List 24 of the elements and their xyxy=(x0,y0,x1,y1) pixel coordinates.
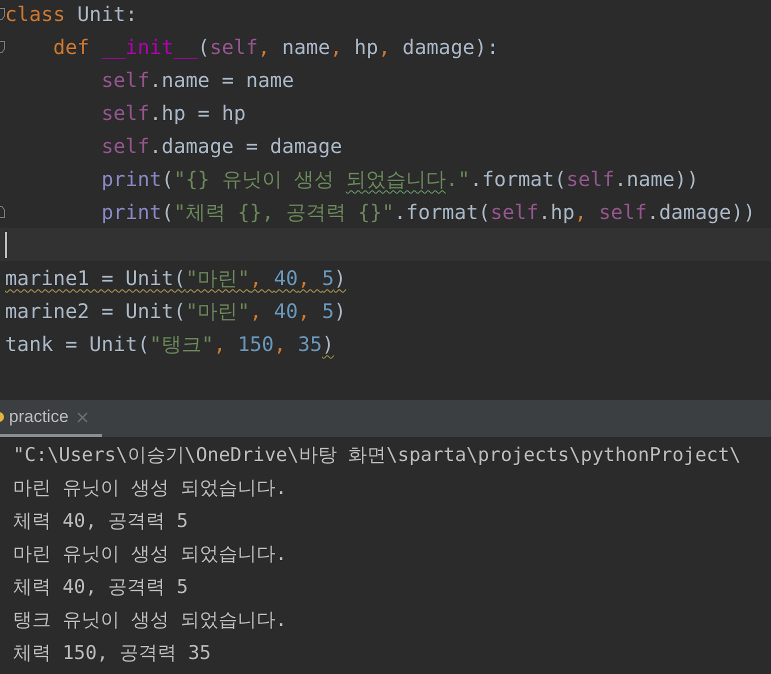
code-line: tank = Unit("탱크", 150, 35) xyxy=(5,330,334,356)
fold-marker-icon[interactable] xyxy=(0,40,5,52)
code-line: self.hp = hp xyxy=(100,100,246,126)
python-icon xyxy=(0,411,5,423)
code-line: def __init__(self, name, hp, damage): xyxy=(52,34,499,60)
console-line: 체력 40, 공격력 5 xyxy=(13,575,190,600)
console-line: 체력 150, 공격력 35 xyxy=(13,641,212,666)
fold-marker-icon[interactable] xyxy=(0,8,5,20)
console-line: 마린 유닛이 생성 되었습니다. xyxy=(13,542,288,567)
code-line: print("{} 유닛이 생성 되었습니다.".format(self.name)) xyxy=(100,166,699,192)
console-line: "C:\Users\이승기\OneDrive\바탕 화면\sparta\projects\pythonProject\ xyxy=(13,443,742,468)
tab-label[interactable]: practice xyxy=(9,407,69,427)
code-line: marine1 = Unit("마린", 40, 5) xyxy=(5,264,346,290)
console-line: 체력 40, 공격력 5 xyxy=(13,509,190,534)
code-line: self.damage = damage xyxy=(100,132,342,158)
fold-marker-icon[interactable] xyxy=(0,206,5,218)
code-line: self.name = name xyxy=(100,66,294,92)
console-line: 마린 유닛이 생성 되었습니다. xyxy=(13,476,288,501)
code-line: print("체력 {}, 공격력 {}".format(self.hp, self.damage)) xyxy=(100,198,756,224)
code-line: marine2 = Unit("마린", 40, 5) xyxy=(5,298,346,324)
close-icon[interactable] xyxy=(76,412,88,422)
run-tab[interactable]: practice xyxy=(0,400,102,437)
console-line: 탱크 유닛이 생성 되었습니다. xyxy=(13,608,288,633)
code-line: class Unit: xyxy=(5,0,138,26)
